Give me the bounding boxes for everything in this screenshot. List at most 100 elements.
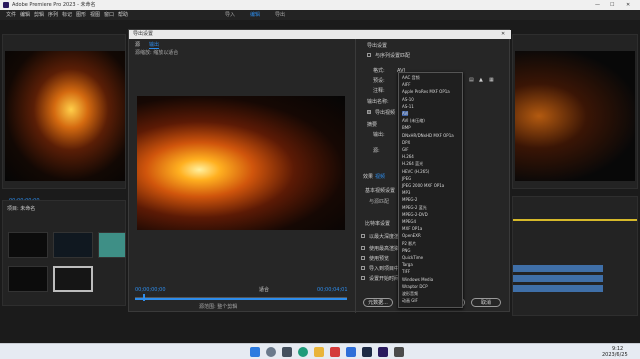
- menu-item-sequence[interactable]: 序列: [48, 12, 58, 18]
- format-option[interactable]: MPEG-2-DVD: [402, 212, 428, 217]
- format-dropdown-list[interactable]: AAC 音频 AIFF Apple ProRes MXF OP1a AS-10 AS-1…: [398, 72, 463, 308]
- search-icon[interactable]: [266, 347, 276, 357]
- app-icon-gray[interactable]: [394, 347, 404, 357]
- media-thumb[interactable]: [8, 232, 48, 258]
- import-preset-icon[interactable]: ▲: [479, 77, 483, 83]
- format-option[interactable]: 波形音频: [402, 291, 418, 296]
- menu-item-clip[interactable]: 剪辑: [34, 12, 44, 18]
- render-max-depth-checkbox[interactable]: [361, 234, 365, 238]
- explorer-icon[interactable]: [314, 347, 324, 357]
- cancel-button[interactable]: 取消: [471, 298, 501, 307]
- tab-export[interactable]: 导出: [275, 12, 285, 18]
- format-option[interactable]: Wraptor DCP: [402, 284, 428, 289]
- format-option[interactable]: PNG: [402, 248, 411, 253]
- max-quality-checkbox[interactable]: [361, 246, 365, 250]
- metadata-button[interactable]: 元数据...: [363, 298, 393, 307]
- audio-clip[interactable]: [513, 275, 603, 282]
- match-sequence-checkbox[interactable]: [367, 53, 371, 57]
- format-option[interactable]: MP3: [402, 190, 410, 195]
- format-option[interactable]: MPEG-2 蓝光: [402, 205, 427, 210]
- import-project-checkbox[interactable]: [361, 266, 365, 270]
- menu-item-markers[interactable]: 标记: [62, 12, 72, 18]
- format-option[interactable]: MPEG4: [402, 219, 416, 224]
- comment-label: 注释:: [373, 88, 385, 94]
- delete-preset-icon[interactable]: ▦: [489, 77, 494, 83]
- menu-item-view[interactable]: 视图: [90, 12, 100, 18]
- format-option[interactable]: DPX: [402, 140, 410, 145]
- audio-clip[interactable]: [513, 265, 603, 272]
- menu-item-graphics[interactable]: 图形: [76, 12, 86, 18]
- format-option[interactable]: AIFF: [402, 82, 411, 87]
- task-view-icon[interactable]: [282, 347, 292, 357]
- format-option[interactable]: H.264 蓝光: [402, 161, 423, 166]
- format-option[interactable]: TIFF: [402, 269, 410, 274]
- source-scaling-label: 源缩放: 缩放以适合: [135, 50, 179, 56]
- format-option[interactable]: JPEG 2000 MXF OP1a: [402, 183, 444, 188]
- media-thumb[interactable]: [8, 266, 48, 292]
- menu-item-edit[interactable]: 编辑: [20, 12, 30, 18]
- timeline-playhead-bar[interactable]: [513, 219, 637, 221]
- scrubber-playhead-handle[interactable]: [143, 294, 145, 301]
- summary-source-label: 源:: [373, 148, 380, 154]
- format-option[interactable]: MXF OP1a: [402, 226, 422, 231]
- format-option[interactable]: 动画 GIF: [402, 298, 418, 303]
- audio-clip[interactable]: [513, 285, 603, 292]
- media-thumb[interactable]: [53, 232, 93, 258]
- basic-video-header[interactable]: 基本视频设置: [365, 188, 395, 194]
- windows-start-icon[interactable]: [250, 347, 260, 357]
- menu-bar: 文件 编辑 剪辑 序列 标记 图形 视图 窗口 帮助 导入 编辑 导出: [0, 10, 640, 20]
- tab-edit[interactable]: 编辑: [250, 12, 260, 18]
- format-option[interactable]: AS-10: [402, 97, 414, 102]
- format-option[interactable]: MPEG-2: [402, 197, 417, 202]
- preview-scrubber-range[interactable]: [135, 298, 347, 300]
- use-previews-checkbox[interactable]: [361, 256, 365, 260]
- format-option[interactable]: AVI: [402, 111, 409, 116]
- format-option[interactable]: BMP: [402, 125, 411, 130]
- source-range-dropdown[interactable]: 源范围: 整个剪辑: [199, 304, 237, 310]
- app-icon-dark[interactable]: [362, 347, 372, 357]
- format-option[interactable]: AVI (未压缩): [402, 118, 425, 123]
- start-timecode-checkbox[interactable]: [361, 276, 365, 280]
- menu-item-help[interactable]: 帮助: [118, 12, 128, 18]
- preset-label: 预设:: [373, 78, 385, 84]
- format-option[interactable]: OpenEXR: [402, 233, 421, 238]
- format-option[interactable]: P2 影片: [402, 241, 416, 246]
- app-icon-red[interactable]: [330, 347, 340, 357]
- bitrate-header[interactable]: 比特率设置: [365, 221, 390, 227]
- premiere-icon[interactable]: [378, 347, 388, 357]
- format-option[interactable]: GIF: [402, 147, 409, 152]
- format-option[interactable]: H.264: [402, 154, 414, 159]
- fit-dropdown[interactable]: 适合: [259, 287, 269, 293]
- format-option[interactable]: DNxHR/DNxHD MXF OP1a: [402, 133, 454, 138]
- format-option[interactable]: Windows Media: [402, 277, 433, 282]
- minimize-button[interactable]: —: [595, 2, 600, 8]
- tab-source[interactable]: 源: [135, 42, 140, 48]
- media-thumb[interactable]: [53, 266, 93, 292]
- tab-output[interactable]: 输出: [149, 42, 160, 49]
- save-preset-icon[interactable]: ▤: [469, 77, 474, 83]
- maximize-button[interactable]: ☐: [610, 2, 614, 8]
- close-button[interactable]: ✕: [626, 2, 630, 8]
- tab-import[interactable]: 导入: [225, 12, 235, 18]
- menu-item-file[interactable]: 文件: [6, 12, 16, 18]
- source-monitor-panel: 00;00;00;00: [2, 34, 126, 204]
- format-option[interactable]: Targa: [402, 262, 413, 267]
- media-thumb[interactable]: [98, 232, 126, 258]
- format-option[interactable]: JPEG: [402, 176, 411, 181]
- export-video-checkbox[interactable]: [367, 110, 371, 114]
- export-settings-header: 导出设置: [367, 43, 388, 49]
- menu-item-window[interactable]: 窗口: [104, 12, 114, 18]
- format-option[interactable]: AAC 音频: [402, 75, 420, 80]
- settings-divider: [355, 39, 356, 313]
- format-option[interactable]: AS-11: [402, 104, 414, 109]
- format-option[interactable]: QuickTime: [402, 255, 423, 260]
- app-icon: [3, 2, 9, 8]
- match-source-button[interactable]: 与源匹配: [369, 199, 389, 205]
- edge-icon[interactable]: [298, 347, 308, 357]
- tab-effects[interactable]: 效果: [363, 174, 373, 180]
- format-option[interactable]: Apple ProRes MXF OP1a: [402, 89, 450, 94]
- format-option[interactable]: HEVC (H.265): [402, 169, 429, 174]
- tab-video[interactable]: 视频: [375, 174, 385, 180]
- dialog-close-icon[interactable]: ✕: [501, 31, 505, 37]
- app-icon-blue[interactable]: [346, 347, 356, 357]
